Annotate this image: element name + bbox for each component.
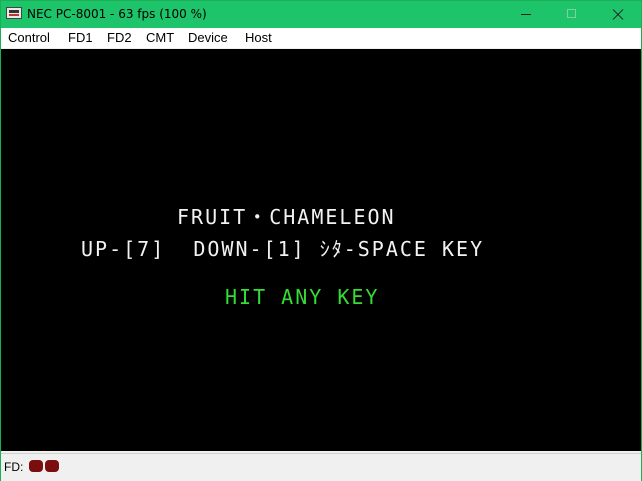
menu-bar: Control FD1 FD2 CMT Device Host — [1, 28, 641, 48]
menu-fd1[interactable]: FD1 — [68, 30, 93, 46]
emulator-screen[interactable]: FRUIT・CHAMELEON UP-[7] DOWN-[1] ｼﾀ-SPACE… — [1, 49, 641, 451]
title-bar[interactable]: NEC PC-8001 - 63 fps (100 %) — [1, 1, 641, 28]
pc8001-app-icon[interactable] — [6, 7, 22, 19]
fd2-access-led-icon — [45, 460, 59, 472]
emulator-window: NEC PC-8001 - 63 fps (100 %) Control FD1… — [0, 0, 642, 481]
fd-status-label: FD: — [4, 460, 24, 474]
menu-cmt[interactable]: CMT — [146, 30, 174, 46]
menu-host[interactable]: Host — [245, 30, 272, 46]
window-title: NEC PC-8001 - 63 fps (100 %) — [27, 7, 207, 21]
game-title-text: FRUIT・CHAMELEON — [177, 205, 396, 229]
fd1-access-led-icon — [29, 460, 43, 472]
controls-instructions-text: UP-[7] DOWN-[1] ｼﾀ-SPACE KEY — [81, 237, 485, 261]
minimize-button[interactable] — [503, 1, 549, 28]
maximize-button[interactable] — [549, 1, 595, 28]
status-bar: FD: — [1, 453, 641, 481]
close-button[interactable] — [595, 1, 641, 28]
hit-any-key-prompt: HIT ANY KEY — [225, 285, 380, 309]
menu-control[interactable]: Control — [8, 30, 50, 46]
menu-fd2[interactable]: FD2 — [107, 30, 132, 46]
menu-device[interactable]: Device — [188, 30, 228, 46]
